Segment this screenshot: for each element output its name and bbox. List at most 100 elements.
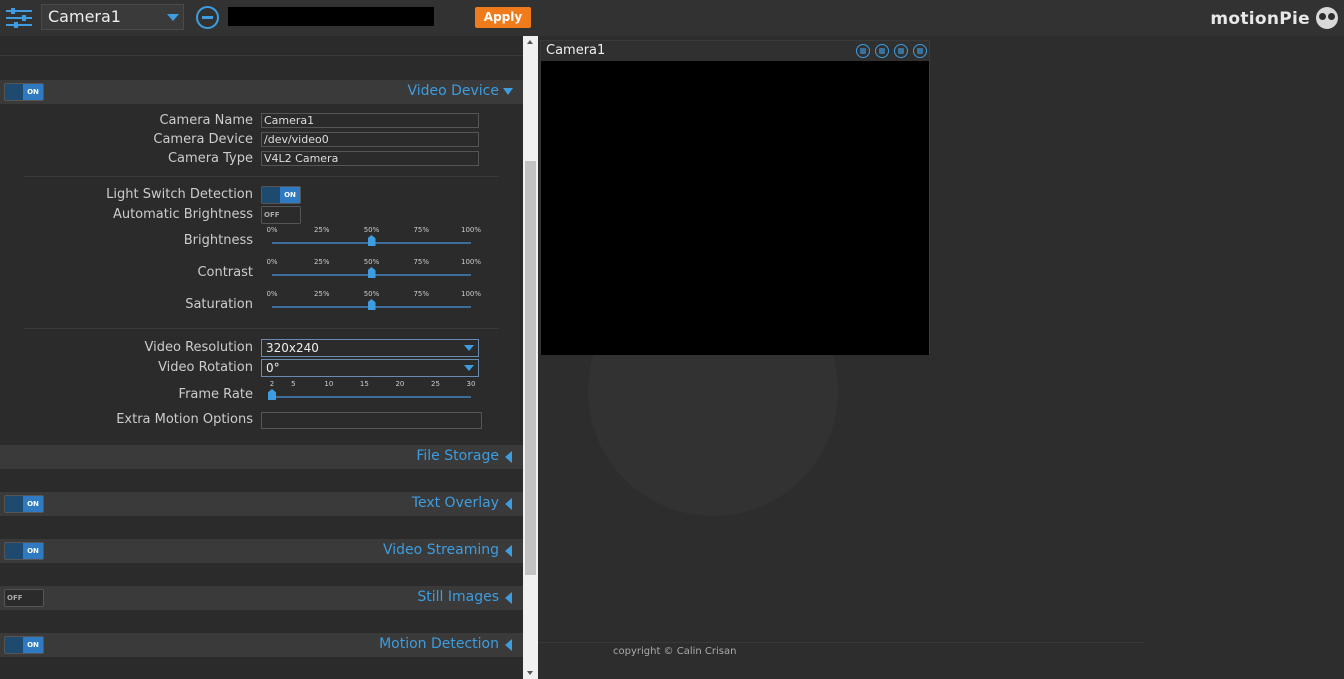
- slider-thumb[interactable]: [367, 267, 376, 278]
- frame-rate-slider[interactable]: 2 5 10 15 20 25 30: [266, 380, 478, 410]
- still-images-toggle[interactable]: OFF: [4, 589, 44, 607]
- camera-select[interactable]: Camera1: [41, 4, 184, 30]
- scroll-up-arrow-icon[interactable]: [527, 40, 533, 44]
- brightness-slider[interactable]: 0% 25% 50% 75% 100%: [266, 226, 482, 256]
- owl-logo-icon: [1316, 7, 1338, 29]
- panel-scrollbar[interactable]: [523, 36, 538, 679]
- expand-left-icon: [505, 545, 512, 557]
- chevron-down-icon: [167, 14, 179, 21]
- slider-thumb[interactable]: [367, 235, 376, 246]
- section-title-video-streaming: Video Streaming: [383, 542, 499, 558]
- section-text-overlay[interactable]: ON Text Overlay: [0, 492, 523, 516]
- light-switch-label: Light Switch Detection: [106, 187, 253, 202]
- slider-tick-label: 100%: [460, 258, 482, 266]
- camera-type-label: Camera Type: [167, 151, 253, 166]
- expand-left-icon: [505, 592, 512, 604]
- extra-motion-options-label: Extra Motion Options: [116, 412, 253, 427]
- divider: [24, 328, 499, 329]
- slider-tick-label: 0%: [266, 290, 278, 298]
- auto-brightness-toggle[interactable]: OFF: [261, 206, 301, 224]
- video-rotation-select[interactable]: 0°: [261, 359, 479, 377]
- scroll-thumb[interactable]: [525, 161, 536, 575]
- slider-tick-label: 100%: [460, 226, 482, 234]
- slider-ticks: 0% 25% 50% 75% 100%: [266, 226, 482, 236]
- section-title-video-device: Video Device: [407, 83, 499, 99]
- slider-tick-label: 75%: [413, 226, 430, 234]
- chevron-down-icon: [464, 365, 474, 371]
- settings-sliders-icon[interactable]: [4, 6, 34, 30]
- section-still-images[interactable]: OFF Still Images: [0, 586, 523, 610]
- toggle-knob: [280, 207, 300, 223]
- top-bar: Camera1 Apply motionPie: [0, 0, 1344, 36]
- camera-name-field[interactable]: Camera1: [261, 113, 479, 128]
- brightness-label: Brightness: [183, 233, 253, 248]
- expand-left-icon: [505, 498, 512, 510]
- camera-video-view[interactable]: [541, 61, 929, 355]
- camera-device-label: Camera Device: [153, 132, 253, 147]
- slider-tick-label: 50%: [363, 290, 380, 298]
- video-rotation-value: 0°: [266, 361, 280, 375]
- video-streaming-toggle[interactable]: ON: [4, 542, 44, 560]
- slider-ticks: 2 5 10 15 20 25 30: [266, 380, 478, 390]
- camera-frame-title: Camera1: [546, 43, 606, 58]
- section-title-file-storage: File Storage: [416, 448, 499, 464]
- slider-tick-label: 0%: [266, 258, 278, 266]
- toggle-knob: [23, 590, 43, 606]
- expand-left-icon: [505, 639, 512, 651]
- extra-motion-options-field[interactable]: [261, 412, 482, 429]
- toggle-on-label: ON: [23, 496, 43, 512]
- slider-tick-label: 2: [269, 380, 275, 388]
- apply-button[interactable]: Apply: [475, 7, 531, 28]
- toggle-off-label: OFF: [7, 594, 23, 602]
- section-title-text-overlay: Text Overlay: [411, 495, 499, 511]
- slider-thumb[interactable]: [268, 389, 276, 400]
- section-video-streaming[interactable]: ON Video Streaming: [0, 539, 523, 563]
- video-resolution-value: 320x240: [266, 341, 319, 355]
- slider-tick-label: 25%: [313, 258, 330, 266]
- expand-down-icon: [503, 88, 513, 95]
- app-root: Camera1 Apply motionPie ON Video Device …: [0, 0, 1344, 679]
- slider-tick-label: 100%: [460, 290, 482, 298]
- camera-area: Camera1 copyright © Calin Crisan: [538, 36, 1344, 679]
- contrast-slider[interactable]: 0% 25% 50% 75% 100%: [266, 258, 482, 288]
- slider-tick-label: 10: [324, 380, 334, 388]
- frame-icon[interactable]: [856, 44, 870, 58]
- slider-track: [272, 396, 471, 398]
- motion-detection-toggle[interactable]: ON: [4, 636, 44, 654]
- footer-divider: [538, 642, 1144, 643]
- play-icon[interactable]: [894, 44, 908, 58]
- camera-icon[interactable]: [875, 44, 889, 58]
- frame-rate-label: Frame Rate: [178, 387, 253, 402]
- copyright-text: copyright © Calin Crisan: [613, 646, 737, 657]
- brand-logo-text: motionPie: [1210, 9, 1310, 29]
- expand-left-icon: [505, 451, 512, 463]
- remove-camera-icon[interactable]: [196, 6, 219, 29]
- slider-tick-label: 20: [395, 380, 405, 388]
- slider-tick-label: 15: [359, 380, 369, 388]
- slider-tick-label: 25%: [313, 226, 330, 234]
- slider-tick-label: 25%: [313, 290, 330, 298]
- section-file-storage[interactable]: File Storage: [0, 445, 523, 469]
- camera-type-field: V4L2 Camera: [261, 151, 479, 166]
- slider-ticks: 0% 25% 50% 75% 100%: [266, 258, 482, 268]
- toggle-on-label: ON: [280, 187, 300, 203]
- section-motion-detection[interactable]: ON Motion Detection: [0, 633, 523, 657]
- text-overlay-toggle[interactable]: ON: [4, 495, 44, 513]
- light-switch-toggle[interactable]: ON: [261, 186, 301, 204]
- slider-tick-label: 75%: [413, 258, 430, 266]
- video-device-toggle[interactable]: ON: [4, 83, 44, 101]
- camera-name-label: Camera Name: [159, 113, 253, 128]
- section-video-device[interactable]: ON Video Device: [0, 80, 523, 104]
- auto-brightness-label: Automatic Brightness: [112, 207, 253, 222]
- divider: [24, 176, 499, 177]
- slider-ticks: 0% 25% 50% 75% 100%: [266, 290, 482, 300]
- toggle-on-label: ON: [23, 84, 43, 100]
- saturation-slider[interactable]: 0% 25% 50% 75% 100%: [266, 290, 482, 320]
- video-resolution-label: Video Resolution: [144, 340, 253, 355]
- video-resolution-select[interactable]: 320x240: [261, 339, 479, 357]
- wrench-icon[interactable]: [913, 44, 927, 58]
- slider-thumb[interactable]: [367, 299, 376, 310]
- scroll-down-arrow-icon[interactable]: [527, 671, 533, 675]
- camera-frame[interactable]: Camera1: [540, 40, 930, 355]
- redacted-bar: [228, 7, 434, 26]
